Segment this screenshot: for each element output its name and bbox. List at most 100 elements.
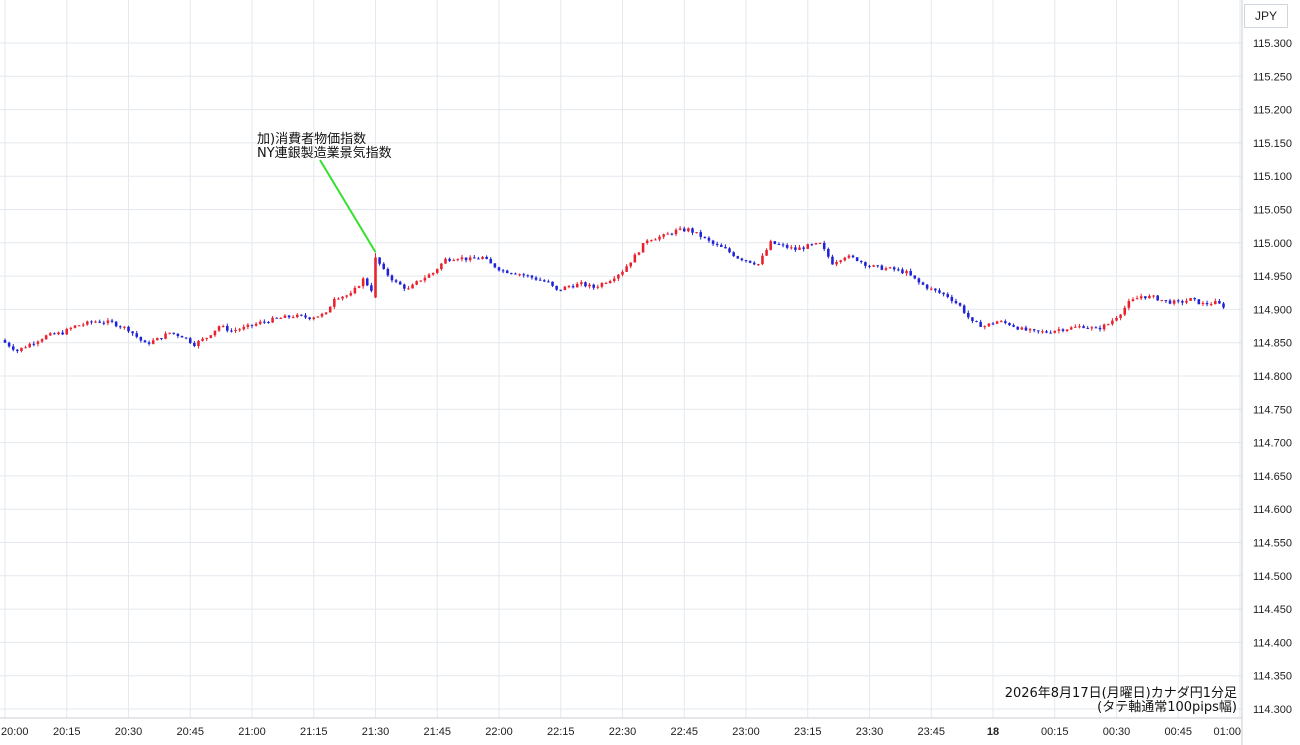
candle-up <box>296 314 299 318</box>
candle-down <box>917 278 921 283</box>
annotation-line-1: 加)消費者物価指数 <box>257 132 366 147</box>
candle-down <box>530 275 534 278</box>
candle-up <box>757 264 760 266</box>
candle-down <box>584 282 587 287</box>
candle-up <box>246 324 250 327</box>
candlestick-chart: 加)消費者物価指数 NY連銀製造業景気指数 115.300115.250115.… <box>0 0 1292 745</box>
candle-up <box>678 228 682 230</box>
candle-down <box>147 342 151 344</box>
candle-down <box>118 326 122 328</box>
candle-up <box>983 326 987 328</box>
time-tick-label: 21:15 <box>300 726 328 738</box>
candle-up <box>884 268 888 270</box>
candle-down <box>370 285 373 291</box>
candle-down <box>448 258 451 261</box>
candle-down <box>732 252 735 257</box>
candle-down <box>855 257 859 261</box>
candle-down <box>1037 330 1040 332</box>
candle-up <box>234 329 237 331</box>
time-tick-label: 22:00 <box>485 726 513 738</box>
candle-down <box>32 343 36 345</box>
price-tick-label: 114.450 <box>1253 604 1292 616</box>
chart-caption-line-1: 2026年8月17日(月曜日)カナダ円1分足 <box>1005 686 1237 701</box>
candle-up <box>69 327 73 329</box>
candle-down <box>864 262 867 266</box>
candle-up <box>333 298 336 307</box>
price-tick-label: 114.700 <box>1253 438 1292 450</box>
candle-down <box>707 237 711 241</box>
candle-down <box>382 263 386 269</box>
candle-up <box>1102 324 1106 330</box>
time-tick-label: 21:30 <box>362 726 390 738</box>
candle-down <box>1193 298 1196 300</box>
candle-down <box>1032 329 1036 331</box>
candle-down <box>946 294 949 297</box>
candle-up <box>123 326 126 328</box>
candle-up <box>353 287 357 294</box>
candle-up <box>316 316 320 318</box>
candle-down <box>102 322 106 324</box>
candle-down <box>135 333 139 337</box>
candle-down <box>785 244 789 248</box>
candle-up <box>666 233 670 235</box>
candle-down <box>143 340 147 343</box>
candle-down <box>11 346 15 350</box>
time-tick-label: 00:45 <box>1164 726 1192 738</box>
candle-down <box>773 241 777 244</box>
candle-down <box>172 332 176 334</box>
candle-down <box>1004 321 1007 323</box>
candle-down <box>744 260 748 262</box>
candle-up <box>73 325 77 328</box>
candle-down <box>851 255 855 258</box>
price-tick-label: 115.300 <box>1253 38 1292 50</box>
time-tick-label: 00:15 <box>1041 726 1069 738</box>
candle-down <box>1144 296 1147 299</box>
candle-down <box>921 282 925 285</box>
candle-down <box>950 296 954 302</box>
candle-down <box>1156 295 1159 301</box>
candle-up <box>1172 300 1176 304</box>
candle-up <box>929 288 933 290</box>
candle-down <box>510 273 513 275</box>
candle-down <box>909 271 912 276</box>
candle-up <box>761 255 764 265</box>
candle-up <box>36 341 40 344</box>
candle-down <box>489 258 493 264</box>
candle-down <box>975 320 978 322</box>
candle-up <box>662 234 665 237</box>
candle-down <box>538 279 542 281</box>
candle-down <box>971 317 974 321</box>
candle-down <box>670 233 674 235</box>
candle-down <box>501 270 505 272</box>
candle-up <box>769 241 772 250</box>
candle-down <box>1094 327 1098 329</box>
candle-down <box>724 246 727 249</box>
candle-down <box>715 243 719 245</box>
candle-up <box>987 323 991 327</box>
candle-down <box>897 269 900 271</box>
time-tick-label: 01:00 <box>1213 726 1241 738</box>
candle-up <box>291 317 295 319</box>
candle-down <box>1098 327 1102 330</box>
candle-up <box>629 262 633 267</box>
price-tick-label: 115.050 <box>1253 205 1292 217</box>
candle-down <box>365 278 369 286</box>
candle-up <box>312 317 316 320</box>
candle-up <box>435 269 439 273</box>
candle-down <box>1049 332 1052 334</box>
candle-down <box>794 247 797 250</box>
price-tick-label: 114.600 <box>1253 504 1292 516</box>
candle-down <box>748 260 752 263</box>
price-tick-label: 114.300 <box>1253 704 1292 716</box>
time-tick-label: 23:30 <box>856 726 884 738</box>
candle-down <box>1086 327 1089 329</box>
candle-up <box>201 338 204 341</box>
candle-up <box>612 278 616 282</box>
candles <box>3 226 1225 354</box>
candle-up <box>407 288 410 290</box>
candle-down <box>287 315 291 318</box>
candle-up <box>835 262 838 265</box>
candle-up <box>617 274 620 279</box>
candle-up <box>209 335 213 338</box>
candle-up <box>271 317 274 323</box>
